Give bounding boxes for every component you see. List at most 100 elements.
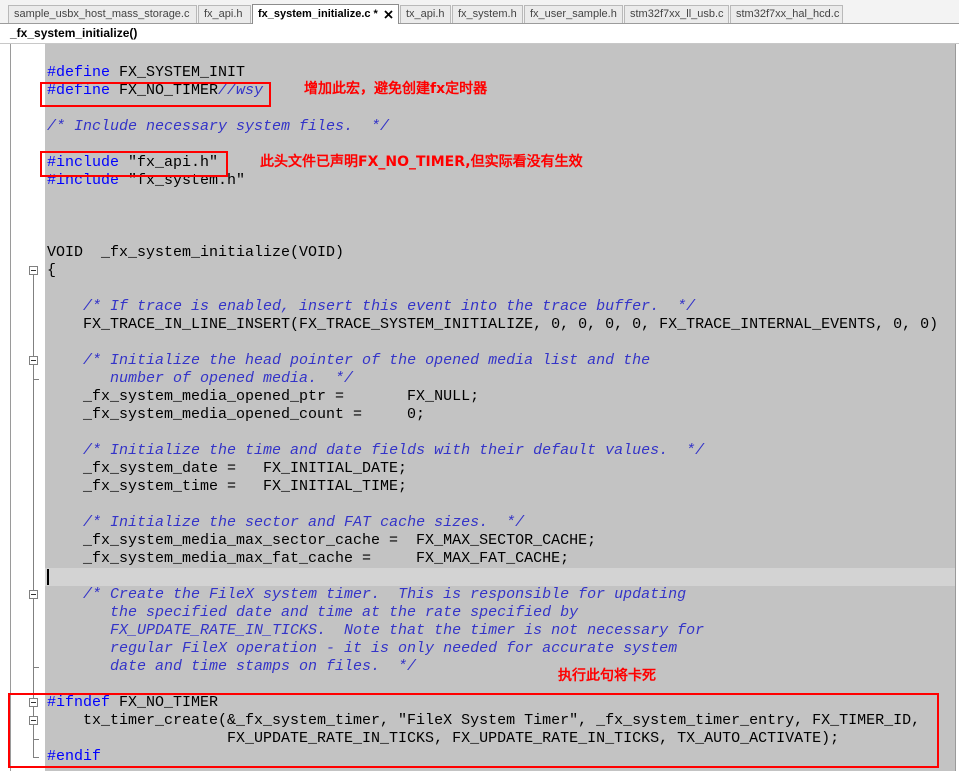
code-line[interactable]: /* Create the FileX system timer. This i… [45,586,955,604]
code-text: _fx_system_media_max_fat_cache = FX_MAX_… [47,550,570,567]
tab-fx-user-sample-h[interactable]: fx_user_sample.h [524,5,623,23]
fold-collapse-icon[interactable] [29,266,38,275]
code-line[interactable]: /* Initialize the time and date fields w… [45,442,955,460]
tab-label: tx_api.h [406,8,445,20]
code-line[interactable]: /* If trace is enabled, insert this even… [45,298,955,316]
function-scope-selector[interactable]: _fx_system_initialize() [10,26,137,41]
tab-fx-api-h[interactable]: fx_api.h [198,5,251,23]
tab-fx-system-initialize-c[interactable]: fx_system_initialize.c * [252,4,399,24]
tab-sample-usbx-host-mass-storage[interactable]: sample_usbx_host_mass_storage.c [8,5,197,23]
code-line[interactable]: #include "fx_system.h" [45,172,955,190]
code-text: _fx_system_date = FX_INITIAL_DATE; [47,460,408,477]
fold-collapse-icon[interactable] [29,716,38,725]
code-text: FX_NO_TIMER [110,82,219,99]
code-line[interactable]: _fx_system_media_max_sector_cache = FX_M… [45,532,955,550]
tab-label: fx_user_sample.h [530,8,617,20]
code-line[interactable] [45,280,955,298]
fold-collapse-icon[interactable] [29,698,38,707]
code-comment: //wsy [218,82,264,99]
code-text: #endif [47,748,102,765]
fold-guide-line [33,275,34,758]
code-comment: date and time stamps on files. */ [47,658,417,675]
fold-end-marker [33,667,39,668]
code-comment: regular FileX operation - it is only nee… [47,640,678,657]
close-icon[interactable] [384,10,393,19]
code-line[interactable]: _fx_system_time = FX_INITIAL_TIME; [45,478,955,496]
code-line[interactable]: #define FX_NO_TIMER//wsy [45,82,955,100]
code-text: "fx_system.h" [119,172,246,189]
tab-fx-system-h[interactable]: fx_system.h [452,5,523,23]
code-line[interactable] [45,676,955,694]
function-scope-bar: _fx_system_initialize() [0,24,959,44]
code-text: #define [47,64,111,81]
tab-stm32f7xx-hal-hcd-c[interactable]: stm32f7xx_hal_hcd.c [730,5,843,23]
tab-tx-api-h[interactable]: tx_api.h [400,5,451,23]
code-line[interactable]: /* Initialize the sector and FAT cache s… [45,514,955,532]
code-line[interactable] [45,226,955,244]
code-line[interactable]: _fx_system_media_max_fat_cache = FX_MAX_… [45,550,955,568]
code-text: FX_TRACE_IN_LINE_INSERT(FX_TRACE_SYSTEM_… [47,316,939,333]
tab-label: stm32f7xx_hal_hcd.c [736,8,840,20]
code-comment: /* If trace is enabled, insert this even… [83,298,696,315]
code-text: FX_NO_TIMER [110,694,219,711]
tab-label: sample_usbx_host_mass_storage.c [14,8,190,20]
code-line[interactable]: _fx_system_media_opened_ptr = FX_NULL; [45,388,955,406]
code-comment: /* Initialize the sector and FAT cache s… [83,514,525,531]
code-line[interactable]: #endif [45,748,955,766]
code-text: _fx_system_time = FX_INITIAL_TIME; [47,478,408,495]
fold-end-marker [33,379,39,380]
code-line[interactable]: FX_UPDATE_RATE_IN_TICKS. Note that the t… [45,622,955,640]
code-comment: number of opened media. */ [47,370,354,387]
code-comment: /* Initialize the time and date fields w… [83,442,705,459]
code-line[interactable]: VOID _fx_system_initialize(VOID) [45,244,955,262]
editor-right-border [955,44,956,771]
editor-gutter[interactable] [0,44,45,771]
editor-tab-bar: sample_usbx_host_mass_storage.c fx_api.h… [0,0,959,24]
code-line[interactable] [45,208,955,226]
code-text: _fx_system_media_opened_ptr = FX_NULL; [47,388,480,405]
code-line[interactable]: number of opened media. */ [45,370,955,388]
fold-collapse-icon[interactable] [29,590,38,599]
annotation-note: 执行此句将卡死 [558,668,656,684]
gutter-border-line [10,44,11,771]
code-text: FX_UPDATE_RATE_IN_TICKS, FX_UPDATE_RATE_… [47,730,840,747]
code-line[interactable]: #ifndef FX_NO_TIMER [45,694,955,712]
code-text: VOID _fx_system_initialize(VOID) [47,244,345,261]
code-line[interactable]: FX_TRACE_IN_LINE_INSERT(FX_TRACE_SYSTEM_… [45,316,955,334]
code-line[interactable]: FX_UPDATE_RATE_IN_TICKS, FX_UPDATE_RATE_… [45,730,955,748]
code-line[interactable]: /* Include necessary system files. */ [45,118,955,136]
text-cursor [47,569,49,585]
code-line[interactable] [45,334,955,352]
code-line[interactable]: _fx_system_date = FX_INITIAL_DATE; [45,460,955,478]
code-line[interactable]: date and time stamps on files. */ [45,658,955,676]
code-text: _fx_system_media_max_sector_cache = FX_M… [47,532,597,549]
code-line[interactable]: regular FileX operation - it is only nee… [45,640,955,658]
code-line[interactable]: _fx_system_media_opened_count = 0; [45,406,955,424]
tab-label: fx_system.h [458,8,517,20]
code-line[interactable]: #define FX_SYSTEM_INIT [45,64,955,82]
code-comment: /* Include necessary system files. */ [47,118,390,135]
code-text: FX_SYSTEM_INIT [110,64,246,81]
code-line[interactable]: tx_timer_create(&_fx_system_timer, "File… [45,712,955,730]
fold-collapse-icon[interactable] [29,356,38,365]
code-line[interactable]: the specified date and time at the rate … [45,604,955,622]
tab-stm32f7xx-ll-usb-c[interactable]: stm32f7xx_ll_usb.c [624,5,729,23]
code-line[interactable] [45,136,955,154]
code-line[interactable] [45,496,955,514]
code-line[interactable]: { [45,262,955,280]
code-line[interactable] [45,190,955,208]
code-line[interactable] [45,100,955,118]
code-line[interactable]: /* Initialize the head pointer of the op… [45,352,955,370]
code-line[interactable] [45,424,955,442]
code-text: #include [47,172,120,189]
code-text: { [47,262,57,279]
code-text: tx_timer_create(&_fx_system_timer, "File… [47,712,921,729]
code-text: #include [47,154,120,171]
code-text: #define [47,82,111,99]
code-text: "fx_api.h" [119,154,219,171]
current-code-line[interactable] [45,568,955,586]
code-text: #ifndef [47,694,111,711]
